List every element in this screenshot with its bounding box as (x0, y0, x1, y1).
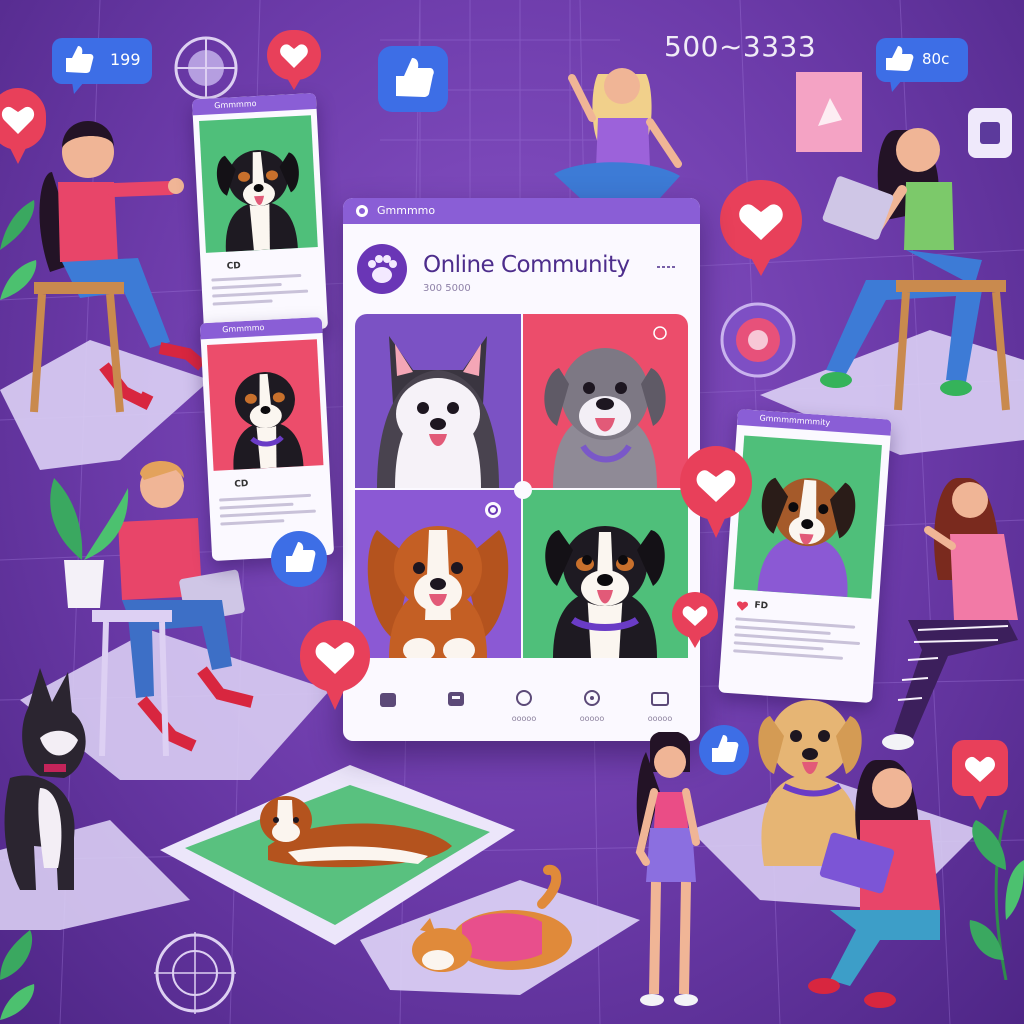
card-top-label: Gmmmmo (377, 204, 436, 217)
app-logo-icon (356, 205, 368, 217)
nav-chat[interactable] (431, 676, 481, 730)
more-options-icon[interactable] (655, 264, 677, 270)
heart-bubble-card-left[interactable] (300, 620, 370, 718)
like-count: 199 (110, 50, 141, 69)
post-text-lines (219, 493, 321, 530)
woman-reading-tablet (808, 760, 940, 1008)
plant-leaves-left (0, 200, 37, 300)
corgi-sleeping (412, 864, 572, 972)
post-image (199, 115, 318, 253)
plant-leaves-bottom-left (0, 930, 35, 1020)
like-bubble-left[interactable]: 199 (52, 38, 152, 96)
bottom-nav: ooooo ooooo ooooo (353, 676, 690, 730)
post-meta: FD (754, 600, 769, 612)
chat-icon (448, 692, 464, 706)
woman-seated-tablet-right (820, 128, 1010, 411)
target-icon (172, 34, 240, 106)
post-meta: CD (226, 261, 242, 272)
nav-notifications[interactable]: ooooo (567, 676, 617, 730)
post-text-lines (211, 273, 313, 310)
plant-leaves-right (969, 810, 1024, 980)
heart-bubble-top[interactable] (267, 30, 321, 96)
post-meta: CD (234, 479, 249, 490)
community-illustration: 500~3333 199 80c Gmmmmo Online Community… (0, 0, 1024, 1024)
dog-photo-tile[interactable] (523, 490, 688, 658)
nav-profile[interactable]: ooooo (635, 676, 685, 730)
post-image (206, 339, 324, 471)
thumbs-up-bubble-left[interactable] (270, 530, 328, 592)
page-title: Online Community (423, 252, 630, 278)
side-post-card[interactable]: Gmmmmo CD (199, 316, 335, 562)
paw-icon (368, 255, 397, 283)
search-icon (516, 690, 532, 706)
post-text-lines (733, 617, 865, 666)
post-image (733, 435, 882, 599)
dog-photo-tile[interactable] (355, 314, 521, 488)
page-subtitle: 300 5000 (423, 283, 471, 294)
dog-photo-tile[interactable] (523, 314, 688, 488)
like-count-right: 80c (922, 50, 950, 68)
husky-puppy-image (377, 336, 499, 488)
nav-search[interactable]: ooooo (499, 676, 549, 730)
nav-home[interactable] (363, 676, 413, 730)
heart-bubble-small[interactable] (672, 592, 718, 654)
profile-icon (651, 692, 669, 706)
home-icon (380, 693, 396, 707)
husky-dog-left (4, 668, 86, 890)
online-community-card: Gmmmmo Online Community 300 5000 ooooo o… (343, 198, 700, 741)
bernese-puppy-image (545, 526, 665, 658)
community-badge-icon (718, 300, 798, 384)
woman-striped-pants (882, 478, 1018, 750)
card-top-bar: Gmmmmo (343, 198, 700, 224)
notifications-icon (584, 690, 600, 706)
close-icon[interactable] (653, 326, 667, 340)
grey-labrador-image (544, 348, 666, 488)
heart-bubble-mid[interactable] (720, 180, 802, 284)
spaniel-lying-on-mat (260, 796, 452, 868)
woman-seated-left (30, 121, 206, 413)
side-post-card[interactable]: Gmmmmo CD (191, 92, 329, 336)
heart-bubble-card-right[interactable] (680, 446, 752, 546)
like-bubble-right[interactable]: 80c (876, 38, 968, 96)
potted-plant-left (50, 478, 129, 608)
target-icon-bottom (152, 930, 238, 1020)
heart-icon[interactable] (736, 599, 749, 612)
tile-option-icon[interactable] (483, 500, 503, 520)
woman-standing (635, 732, 700, 1006)
community-avatar[interactable] (357, 244, 407, 294)
tile-center-badge (514, 481, 532, 499)
thumbs-up-bubble-top[interactable] (378, 46, 448, 116)
